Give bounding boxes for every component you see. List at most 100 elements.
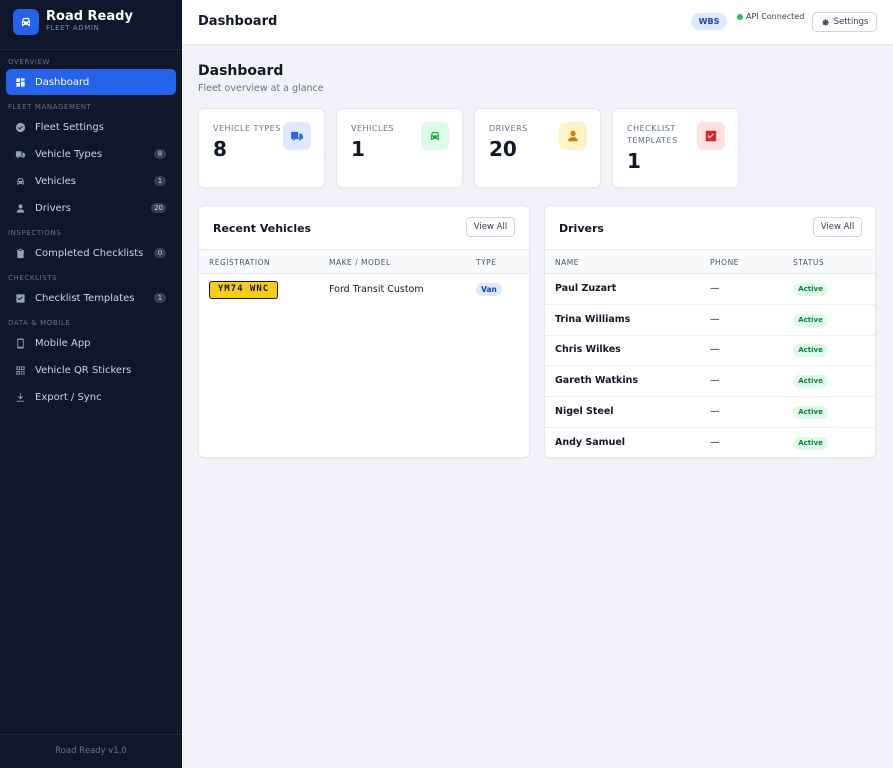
- nav-section-title: DATA & MOBILE: [8, 319, 71, 327]
- download-icon: [14, 391, 26, 403]
- org-badge[interactable]: WBS: [691, 13, 727, 30]
- table-header: REGISTRATION MAKE / MODEL TYPE: [199, 249, 529, 274]
- column-header[interactable]: PHONE: [710, 258, 739, 267]
- stat-card-drivers[interactable]: DRIVERS 20: [474, 108, 601, 188]
- stat-value: 8: [213, 137, 227, 161]
- driver-phone: —: [710, 436, 720, 448]
- check-circle-icon: [14, 121, 26, 133]
- sidebar-item-dashboard[interactable]: Dashboard: [6, 69, 176, 95]
- column-header[interactable]: REGISTRATION: [209, 258, 270, 267]
- sidebar-item-label: Checklist Templates: [35, 292, 135, 304]
- column-header[interactable]: TYPE: [476, 258, 496, 267]
- stat-value: 1: [351, 137, 365, 161]
- nav-section-title: FLEET MANAGEMENT: [8, 103, 92, 111]
- count-badge: 1: [154, 293, 166, 303]
- column-header[interactable]: STATUS: [793, 258, 824, 267]
- view-all-vehicles-button[interactable]: View All: [466, 217, 515, 237]
- stat-card-vehicles[interactable]: VEHICLES 1: [336, 108, 463, 188]
- sidebar-item-completed-checklists[interactable]: Completed Checklists 0: [6, 240, 176, 266]
- driver-phone: —: [710, 405, 720, 417]
- status-badge: Active: [793, 313, 828, 327]
- checkbox-icon: [14, 292, 26, 304]
- stat-label: DRIVERS: [489, 124, 528, 133]
- table-header: NAME PHONE STATUS: [545, 249, 875, 274]
- gear-icon: [821, 18, 829, 26]
- registration-plate: YM74 WNC: [209, 281, 278, 299]
- driver-phone: —: [710, 344, 720, 356]
- table-row[interactable]: YM74 WNC Ford Transit Custom Van: [199, 274, 529, 308]
- table-row[interactable]: Gareth Watkins — Active: [545, 366, 875, 398]
- recent-vehicles-card: Recent Vehicles View All REGISTRATION MA…: [198, 205, 530, 458]
- table-row[interactable]: Paul Zuzart — Active: [545, 274, 875, 305]
- sidebar-item-label: Vehicle Types: [35, 148, 103, 160]
- sidebar-item-vehicle-types[interactable]: Vehicle Types 8: [6, 141, 176, 167]
- recent-vehicles-title: Recent Vehicles: [213, 222, 312, 235]
- topbar: Dashboard WBS API Connected Settings: [182, 0, 893, 45]
- clipboard-icon: [14, 247, 26, 259]
- stat-value: 20: [489, 137, 517, 161]
- topbar-title: Dashboard: [198, 14, 278, 29]
- status-badge: Active: [793, 405, 828, 419]
- page-title: Dashboard: [198, 63, 284, 79]
- column-header[interactable]: NAME: [555, 258, 579, 267]
- truck-icon: [283, 122, 311, 150]
- vehicle-type-badge: Van: [476, 283, 502, 296]
- sidebar-item-checklist-templates[interactable]: Checklist Templates 1: [6, 285, 176, 311]
- table-row[interactable]: Nigel Steel — Active: [545, 397, 875, 428]
- page-subtitle: Fleet overview at a glance: [198, 83, 324, 94]
- sidebar-item-label: Vehicles: [35, 175, 76, 187]
- column-header[interactable]: MAKE / MODEL: [329, 258, 391, 267]
- stat-card-vehicle-types[interactable]: VEHICLE TYPES 8: [198, 108, 325, 188]
- stat-value: 1: [627, 149, 641, 173]
- sidebar-nav: OVERVIEW Dashboard FLEET MANAGEMENT Fleet S…: [0, 50, 182, 410]
- nav-section-title: CHECKLISTS: [8, 274, 58, 282]
- sidebar-item-label: Mobile App: [35, 337, 91, 349]
- sidebar-item-label: Export / Sync: [35, 391, 102, 403]
- driver-phone: —: [710, 313, 720, 325]
- stat-label: VEHICLES: [351, 124, 395, 133]
- table-row[interactable]: Chris Wilkes — Active: [545, 335, 875, 367]
- stat-card-checklist-templates[interactable]: CHECKLIST TEMPLATES 1: [612, 108, 739, 188]
- driver-name: Andy Samuel: [555, 436, 626, 448]
- sidebar-item-label: Drivers: [35, 202, 71, 214]
- sidebar-item-vehicles[interactable]: Vehicles 1: [6, 168, 176, 194]
- stat-label: CHECKLIST TEMPLATES: [627, 124, 678, 145]
- api-status-label: API Connected: [746, 12, 805, 21]
- brand-name: Road Ready: [46, 9, 133, 24]
- truck-icon: [14, 148, 26, 160]
- phone-icon: [14, 337, 26, 349]
- person-icon: [14, 202, 26, 214]
- status-badge: Active: [793, 436, 828, 450]
- brand[interactable]: Road Ready FLEET ADMIN: [0, 0, 182, 44]
- count-badge: 1: [154, 176, 166, 186]
- status-dot-icon: [737, 13, 743, 20]
- sidebar-item-fleet-settings[interactable]: Fleet Settings: [6, 114, 176, 140]
- sidebar: Road Ready FLEET ADMIN OVERVIEW Dashboard…: [0, 0, 182, 768]
- sidebar-item-mobile-app[interactable]: Mobile App: [6, 330, 176, 356]
- sidebar-item-label: Vehicle QR Stickers: [35, 364, 132, 376]
- car-icon: [14, 175, 26, 187]
- person-icon: [559, 122, 587, 150]
- driver-name: Nigel Steel: [555, 405, 614, 417]
- count-badge: 8: [154, 149, 166, 159]
- view-all-drivers-button[interactable]: View All: [813, 217, 862, 237]
- table-row[interactable]: Trina Williams — Active: [545, 305, 875, 336]
- status-badge: Active: [793, 344, 828, 358]
- nav-section-title: INSPECTIONS: [8, 229, 62, 237]
- sidebar-item-vehicle-qr-stickers[interactable]: Vehicle QR Stickers: [6, 357, 176, 383]
- version-footer: Road Ready v1.0: [0, 734, 182, 768]
- car-logo-icon: [13, 9, 39, 35]
- status-badge: Active: [793, 375, 828, 389]
- sidebar-item-export-sync[interactable]: Export / Sync: [6, 384, 176, 410]
- driver-name: Gareth Watkins: [555, 375, 639, 387]
- driver-phone: —: [710, 283, 720, 294]
- brand-subtitle: FLEET ADMIN: [46, 24, 100, 32]
- sidebar-item-drivers[interactable]: Drivers 20: [6, 195, 176, 221]
- drivers-title: Drivers: [559, 222, 604, 235]
- drivers-card: Drivers View All NAME PHONE STATUS Paul …: [544, 205, 876, 458]
- table-row[interactable]: Andy Samuel — Active: [545, 428, 875, 458]
- grid-icon: [14, 76, 26, 88]
- status-badge: Active: [793, 283, 828, 296]
- driver-name: Paul Zuzart: [555, 283, 617, 294]
- settings-button[interactable]: Settings: [812, 12, 877, 32]
